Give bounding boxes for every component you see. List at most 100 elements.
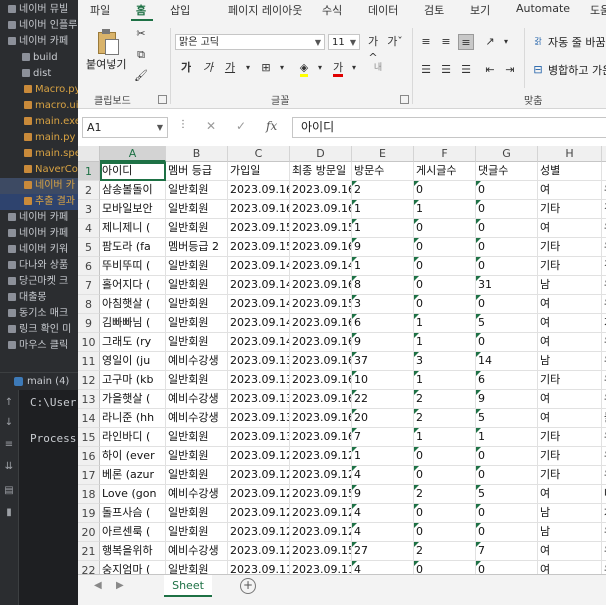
cell[interactable]: 7: [352, 428, 414, 447]
align-right-icon[interactable]: ☰: [458, 62, 474, 78]
cell[interactable]: 9: [352, 485, 414, 504]
chevron-down-icon[interactable]: ▾: [498, 34, 514, 50]
tab-ribbon-6[interactable]: 검토: [424, 2, 444, 18]
italic-button[interactable]: 가: [200, 60, 216, 76]
cell[interactable]: 유: [602, 523, 606, 542]
print-icon[interactable]: ▤: [4, 486, 14, 496]
cell[interactable]: 2023.09.16: [290, 181, 352, 200]
cell[interactable]: 남: [538, 504, 602, 523]
cell[interactable]: 0: [476, 200, 538, 219]
cell[interactable]: 여: [538, 181, 602, 200]
cell[interactable]: 2023.09.15: [290, 219, 352, 238]
cell[interactable]: 2023.09.12: [228, 466, 290, 485]
cell[interactable]: 0: [476, 181, 538, 200]
cell[interactable]: 1: [476, 428, 538, 447]
cell[interactable]: 0: [414, 447, 476, 466]
row-header[interactable]: 2: [78, 181, 100, 200]
cell[interactable]: 영일이 (ju: [100, 352, 166, 371]
cell[interactable]: 예비수강생: [166, 409, 228, 428]
tab-automate[interactable]: Automate: [516, 2, 570, 15]
cell[interactable]: 2023.09.14: [228, 295, 290, 314]
cell[interactable]: 2023.09.15: [228, 238, 290, 257]
cell[interactable]: 여: [538, 485, 602, 504]
cell[interactable]: 최종 방문일: [290, 162, 352, 181]
cell[interactable]: 0: [476, 504, 538, 523]
font-size-select[interactable]: 11 ▼: [328, 34, 360, 50]
align-bottom-icon[interactable]: ≡: [458, 34, 474, 50]
cell[interactable]: 10: [352, 371, 414, 390]
underline-button[interactable]: 가: [222, 60, 238, 76]
tree-folder[interactable]: 네이버 카페: [0, 226, 78, 242]
cell[interactable]: 가을햇살 (: [100, 390, 166, 409]
row-header[interactable]: 3: [78, 200, 100, 219]
cell[interactable]: 기타: [538, 371, 602, 390]
row-header[interactable]: 1: [78, 162, 100, 181]
cell[interactable]: 2023.09.15: [290, 485, 352, 504]
font-color-icon[interactable]: 가: [330, 60, 346, 77]
cell[interactable]: 유: [602, 219, 606, 238]
cell[interactable]: 김: [602, 200, 606, 219]
row-header[interactable]: 5: [78, 238, 100, 257]
cell[interactable]: 2023.09.12: [290, 466, 352, 485]
tree-folder[interactable]: 네이버 키워: [0, 242, 78, 258]
cell[interactable]: 일반회원: [166, 219, 228, 238]
cell[interactable]: 1: [352, 447, 414, 466]
cell[interactable]: 일반회원: [166, 504, 228, 523]
cell[interactable]: 일반회원: [166, 295, 228, 314]
row-header[interactable]: 12: [78, 371, 100, 390]
cell[interactable]: 9: [352, 333, 414, 352]
cell[interactable]: 일반회원: [166, 428, 228, 447]
cell[interactable]: 2023.09.16: [290, 371, 352, 390]
cell[interactable]: 여: [538, 314, 602, 333]
fill-color-icon[interactable]: ◈: [296, 60, 312, 77]
cell[interactable]: 2023.09.16: [290, 409, 352, 428]
cell[interactable]: 2023.09.12: [228, 523, 290, 542]
cell[interactable]: 일반회원: [166, 276, 228, 295]
cell[interactable]: 유: [602, 447, 606, 466]
cell[interactable]: 성별: [538, 162, 602, 181]
cell[interactable]: 기타: [538, 200, 602, 219]
cell[interactable]: 0: [476, 333, 538, 352]
cell[interactable]: 4: [352, 504, 414, 523]
cell[interactable]: 고구마 (kb: [100, 371, 166, 390]
cell[interactable]: 2023.09.12: [290, 504, 352, 523]
cell[interactable]: 예비수강생: [166, 390, 228, 409]
cell[interactable]: 2023.09.16: [290, 333, 352, 352]
cell[interactable]: 0: [414, 295, 476, 314]
cell[interactable]: 2023.09.12: [228, 485, 290, 504]
chevron-down-icon[interactable]: ▾: [312, 60, 328, 76]
cell[interactable]: 베론 (azur: [100, 466, 166, 485]
cell[interactable]: 불: [602, 409, 606, 428]
cancel-icon[interactable]: ✕: [206, 119, 216, 133]
cell[interactable]: 유: [602, 295, 606, 314]
clipboard-launcher-icon[interactable]: [158, 95, 167, 104]
row-header[interactable]: 6: [78, 257, 100, 276]
cell[interactable]: 37: [352, 352, 414, 371]
tree-file[interactable]: NaverCom: [0, 162, 78, 178]
cell[interactable]: 여: [538, 219, 602, 238]
tab-ribbon-2[interactable]: 삽입: [170, 2, 190, 18]
column-header[interactable]: F: [414, 146, 476, 162]
cell[interactable]: 2: [414, 390, 476, 409]
cell[interactable]: 0: [414, 504, 476, 523]
cell[interactable]: 3: [352, 295, 414, 314]
tree-folder[interactable]: 네이버 뮤빌: [0, 2, 78, 18]
row-header[interactable]: 4: [78, 219, 100, 238]
cell[interactable]: 홀어지다 (: [100, 276, 166, 295]
cell[interactable]: 팜도라 (fa: [100, 238, 166, 257]
cell[interactable]: 2023.09.11: [290, 561, 352, 574]
cell[interactable]: Love (gon: [100, 485, 166, 504]
scroll-to-end-icon[interactable]: ⇊: [4, 462, 14, 472]
tree-folder[interactable]: 네이버 인플루: [0, 18, 78, 34]
tab-ribbon-9[interactable]: 도움: [590, 2, 606, 18]
column-header[interactable]: A: [100, 146, 166, 162]
align-center-icon[interactable]: ☰: [438, 62, 454, 78]
font-name-select[interactable]: 맑은 고딕 ▼: [175, 34, 325, 50]
tab-ribbon-5[interactable]: 데이터: [368, 2, 398, 18]
trash-icon[interactable]: ▮: [4, 508, 14, 518]
cell[interactable]: 유: [602, 561, 606, 574]
cell[interactable]: 2023.09.13: [228, 371, 290, 390]
cell[interactable]: 일반회원: [166, 333, 228, 352]
cell[interactable]: 6: [352, 314, 414, 333]
cell[interactable]: 1: [414, 314, 476, 333]
